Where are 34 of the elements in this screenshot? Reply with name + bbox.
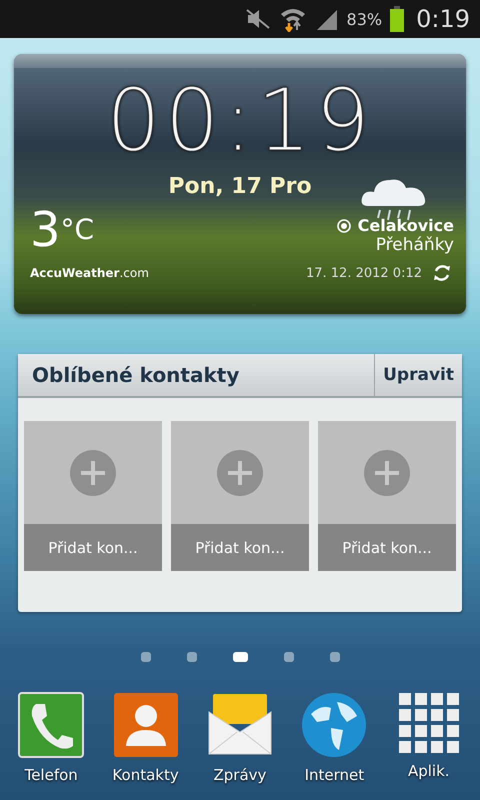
signal-icon — [314, 8, 339, 30]
add-icon — [217, 450, 263, 496]
update-time: 17. 12. 2012 0:12 — [306, 266, 422, 280]
location-name: Celakovice — [358, 216, 454, 235]
battery-icon — [390, 6, 404, 32]
mute-icon — [244, 8, 271, 30]
app-shortcut[interactable]: Telefon — [4, 692, 98, 784]
app-shortcut[interactable]: Aplik. — [382, 692, 476, 784]
app-shortcut[interactable]: Kontakty — [98, 692, 193, 784]
add-icon — [364, 450, 410, 496]
app-grid-icon — [398, 692, 460, 754]
globe-icon — [301, 692, 368, 758]
widget-title: Oblíbené kontakty — [31, 362, 240, 389]
battery-percent: 83% — [346, 10, 382, 28]
edit-button[interactable]: Upravit — [374, 354, 462, 396]
temperature: 3 — [30, 205, 61, 255]
refresh-icon[interactable] — [432, 263, 452, 283]
app-shortcut[interactable]: Internet — [287, 692, 382, 784]
contact-person-icon — [112, 692, 179, 758]
wifi-icon — [278, 6, 307, 32]
provider-logo: AccuWeather.com — [30, 266, 149, 280]
add-contact-tile[interactable]: Přidat kon... — [318, 421, 456, 571]
location-icon — [336, 218, 352, 234]
add-contact-tile[interactable]: Přidat kon... — [171, 421, 309, 571]
status-time: 0:19 — [416, 5, 470, 33]
app-shortcut[interactable]: Zprávy — [192, 692, 287, 784]
page-indicator[interactable] — [232, 652, 248, 662]
add-icon — [70, 450, 116, 496]
clock-time: 00:19 — [106, 74, 374, 168]
phone-icon — [18, 692, 84, 758]
weather-condition: Přeháňky — [376, 235, 454, 255]
clock-date: Pon, 17 Pro — [168, 174, 312, 199]
temperature-unit: °C — [60, 213, 94, 246]
add-contact-tile[interactable]: Přidat kon... — [24, 421, 162, 571]
